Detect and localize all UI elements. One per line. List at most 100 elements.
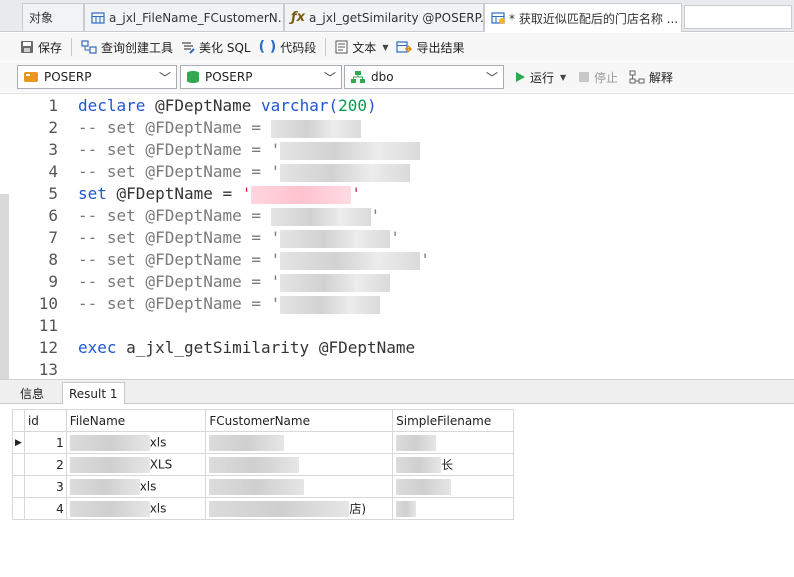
code-snippet-button[interactable]: ( ) 代码段	[255, 35, 321, 59]
code-line[interactable]: 4 -- set @FDeptName = '	[0, 161, 794, 183]
cell-filename[interactable]: xls	[65, 497, 207, 520]
line-number: 11	[38, 316, 58, 335]
cell-id[interactable]: 2	[23, 453, 67, 476]
code-token: -- set @FDeptName =	[78, 206, 271, 225]
tab-result-1[interactable]: Result 1	[62, 382, 125, 404]
tab-function-similarity-label: a_jxl_getSimilarity @POSERP...	[309, 10, 484, 25]
text-mode-button[interactable]: 文本 ▼	[331, 35, 392, 59]
code-line[interactable]: 5 set @FDeptName = ' '	[0, 183, 794, 205]
tab-objects[interactable]: 对象	[22, 3, 84, 31]
code-token: '	[351, 184, 362, 203]
code-line[interactable]: 6 -- set @FDeptName = '	[0, 205, 794, 227]
cell-visible-text: XLS	[149, 457, 173, 471]
table-row[interactable]: 2 XLS 长	[12, 453, 514, 476]
cell-fcustomername[interactable]	[205, 431, 394, 454]
database-icon	[187, 71, 199, 83]
database-select[interactable]: POSERP ﹀	[180, 65, 342, 89]
table-row[interactable]: 4 xls 店)	[12, 497, 514, 520]
code-line[interactable]: 7 -- set @FDeptName = ' '	[0, 227, 794, 249]
current-row-indicator-icon[interactable]: ▶	[12, 431, 25, 454]
code-token: exec	[78, 338, 117, 357]
tab-info-label: 信息	[20, 386, 45, 401]
cell-fcustomername[interactable]	[205, 453, 394, 476]
cell-visible-text: 店)	[349, 501, 367, 516]
tab-query-active[interactable]: * 获取近似匹配后的门店名称 ...	[484, 3, 682, 32]
code-text: set @FDeptName = ' '	[78, 183, 361, 205]
redacted-value	[69, 456, 150, 473]
stop-button[interactable]: 停止	[578, 66, 618, 88]
cell-simplefilename[interactable]	[392, 475, 514, 498]
query-icon	[491, 12, 505, 24]
results-grid[interactable]: id FileName FCustomerName SimpleFilename…	[12, 409, 514, 520]
cell-fcustomername[interactable]: 店)	[205, 497, 394, 520]
cell-visible-text: 长	[441, 457, 454, 472]
cell-simplefilename[interactable]	[392, 431, 514, 454]
results-tab-bar: 信息 Result 1	[0, 380, 794, 404]
schema-value: dbo	[371, 70, 394, 84]
column-header-simplefilename[interactable]: SimpleFilename	[392, 409, 514, 432]
row-selector-header	[12, 409, 25, 432]
query-builder-icon	[81, 40, 97, 54]
explain-button[interactable]: 解释	[629, 66, 673, 88]
table-row[interactable]: 3 xls	[12, 475, 514, 498]
connection-select[interactable]: POSERP ﹀	[17, 65, 177, 89]
chevron-down-icon: ﹀	[485, 71, 498, 85]
tab-function-similarity[interactable]: ƒx a_jxl_getSimilarity @POSERP...	[284, 3, 484, 31]
cell-simplefilename[interactable]	[392, 497, 514, 520]
code-line[interactable]: 13	[0, 359, 794, 381]
code-token: @FDeptName =	[106, 184, 242, 203]
code-text: declare @FDeptName varchar(200)	[78, 95, 377, 117]
export-results-button[interactable]: 导出结果	[392, 35, 468, 59]
code-line[interactable]: 1 declare @FDeptName varchar(200)	[0, 95, 794, 117]
tab-table-filename[interactable]: a_jxl_FileName_FCustomerN...	[84, 3, 284, 31]
row-selector[interactable]	[12, 475, 25, 498]
column-header-filename[interactable]: FileName	[65, 409, 207, 432]
chevron-down-icon[interactable]: ▼	[382, 43, 388, 52]
save-button[interactable]: 保存	[16, 35, 66, 59]
cell-simplefilename[interactable]: 长	[392, 453, 514, 476]
cell-id[interactable]: 3	[23, 475, 67, 498]
redacted-value	[280, 141, 421, 160]
redacted-value	[69, 478, 140, 495]
tab-search-box[interactable]	[684, 5, 792, 29]
code-token: -- set @FDeptName = '	[78, 272, 281, 291]
tab-info[interactable]: 信息	[14, 382, 50, 404]
cell-filename[interactable]: xls	[65, 475, 207, 498]
query-builder-button[interactable]: 查询创建工具	[77, 35, 177, 59]
code-line[interactable]: 9 -- set @FDeptName = '	[0, 271, 794, 293]
run-button[interactable]: 运行 ▼	[514, 66, 566, 88]
redacted-value	[280, 229, 391, 248]
save-button-label: 保存	[38, 40, 63, 55]
column-header-id[interactable]: id	[23, 409, 67, 432]
stop-icon	[579, 72, 589, 82]
line-number: 1	[48, 96, 58, 115]
table-row[interactable]: ▶ 1 xls	[12, 431, 514, 454]
code-line[interactable]: 2 -- set @FDeptName =	[0, 117, 794, 139]
redacted-value	[209, 434, 285, 451]
schema-select[interactable]: dbo ﹀	[344, 65, 504, 89]
redacted-value	[280, 295, 381, 314]
beautify-sql-button[interactable]: 美化 SQL	[177, 35, 255, 59]
code-line[interactable]: 10 -- set @FDeptName = '	[0, 293, 794, 315]
row-selector[interactable]	[12, 497, 25, 520]
code-token: @FDeptName	[145, 96, 262, 115]
code-line[interactable]: 8 -- set @FDeptName = ' '	[0, 249, 794, 271]
cell-id[interactable]: 1	[23, 431, 67, 454]
redacted-value	[396, 500, 417, 517]
sql-editor[interactable]: 1 declare @FDeptName varchar(200) 2 -- set …	[0, 93, 794, 381]
redacted-value	[270, 119, 361, 138]
row-selector[interactable]	[12, 453, 25, 476]
cell-filename[interactable]: xls	[65, 431, 207, 454]
text-mode-label: 文本	[352, 40, 377, 55]
save-icon	[21, 41, 33, 53]
code-line[interactable]: 11	[0, 315, 794, 337]
column-header-fcustomername[interactable]: FCustomerName	[205, 409, 394, 432]
line-number: 4	[48, 162, 58, 181]
cell-id[interactable]: 4	[23, 497, 67, 520]
code-line[interactable]: 12 exec a_jxl_getSimilarity @FDeptName	[0, 337, 794, 359]
cell-fcustomername[interactable]	[205, 475, 394, 498]
code-line[interactable]: 3 -- set @FDeptName = '	[0, 139, 794, 161]
chevron-down-icon[interactable]: ▼	[560, 73, 566, 82]
cell-filename[interactable]: XLS	[65, 453, 207, 476]
play-icon	[516, 72, 525, 82]
